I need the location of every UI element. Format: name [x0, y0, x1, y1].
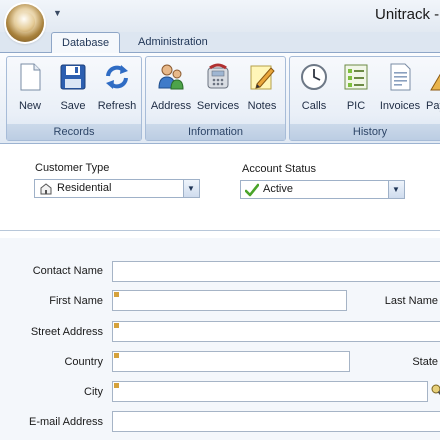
- required-marker-icon: [114, 292, 119, 297]
- country-field[interactable]: [112, 351, 350, 372]
- payments-button-label: Pay: [426, 100, 440, 112]
- city-lookup-icon[interactable]: [430, 383, 440, 399]
- invoice-document-icon: [390, 63, 411, 91]
- ribbon-group-history: Calls PIC Invoices Pa History: [289, 56, 440, 141]
- history-group-label: History: [290, 124, 440, 140]
- quick-access-dropdown-icon[interactable]: ▼: [53, 8, 62, 18]
- customer-type-value: Residential: [57, 182, 112, 194]
- tab-administration[interactable]: Administration: [128, 32, 218, 52]
- city-label: City: [84, 386, 103, 398]
- save-floppy-icon: [60, 64, 86, 90]
- services-button[interactable]: Services: [196, 59, 240, 119]
- orb-logo-icon: [15, 12, 35, 32]
- contact-name-field[interactable]: [112, 261, 440, 282]
- ribbon-tab-strip: Database Administration: [0, 32, 440, 54]
- information-group-label: Information: [146, 124, 285, 140]
- refresh-icon: [106, 65, 128, 89]
- ribbon-group-records: New Save Refresh Records: [6, 56, 142, 141]
- records-group-label: Records: [7, 124, 141, 140]
- window-title: Unitrack -: [375, 6, 440, 23]
- required-marker-icon: [114, 323, 119, 328]
- save-button[interactable]: Save: [53, 59, 93, 119]
- chevron-down-icon: ▼: [392, 185, 400, 194]
- address-button-label: Address: [150, 100, 192, 112]
- chevron-down-icon: ▼: [187, 184, 195, 193]
- last-name-label: Last Name: [384, 295, 438, 307]
- customer-type-dropdown-arrow[interactable]: ▼: [183, 180, 199, 197]
- customer-type-dropdown[interactable]: Residential ▼: [34, 179, 200, 198]
- country-label: Country: [64, 356, 103, 368]
- payments-button[interactable]: Pay: [424, 59, 440, 119]
- email-address-label: E-mail Address: [29, 416, 103, 428]
- invoices-button-label: Invoices: [379, 100, 421, 112]
- new-button[interactable]: New: [9, 59, 51, 119]
- first-name-field[interactable]: [112, 290, 347, 311]
- tab-database[interactable]: Database: [51, 32, 121, 54]
- required-marker-icon: [114, 383, 119, 388]
- clock-icon: [301, 64, 327, 90]
- active-check-icon: [245, 183, 259, 197]
- street-address-field[interactable]: [112, 321, 440, 342]
- calls-button[interactable]: Calls: [293, 59, 335, 119]
- email-address-field[interactable]: [112, 411, 440, 432]
- account-status-dropdown[interactable]: Active ▼: [240, 180, 405, 199]
- save-button-label: Save: [60, 100, 86, 112]
- services-phone-icon: [207, 63, 229, 89]
- services-button-label: Services: [196, 100, 240, 112]
- ribbon-group-information: Address Services Notes Information: [145, 56, 286, 141]
- first-name-label: First Name: [49, 295, 103, 307]
- ribbon-panel: New Save Refresh Records Address Service…: [0, 53, 440, 144]
- notes-button-label: Notes: [247, 100, 277, 112]
- customer-type-label: Customer Type: [35, 162, 110, 174]
- notes-button[interactable]: Notes: [242, 59, 282, 119]
- pic-list-icon: [344, 64, 368, 90]
- account-status-label: Account Status: [242, 163, 316, 175]
- pic-button[interactable]: PIC: [337, 59, 375, 119]
- section-divider: [0, 230, 440, 231]
- account-status-value: Active: [263, 183, 293, 195]
- state-label: State: [412, 356, 438, 368]
- address-button[interactable]: Address: [149, 59, 193, 119]
- street-address-label: Street Address: [30, 326, 103, 338]
- application-orb-button[interactable]: [6, 4, 44, 42]
- title-bar: ▼ Unitrack -: [0, 0, 440, 42]
- payments-icon: [430, 73, 440, 91]
- residential-icon: [40, 183, 52, 195]
- invoices-button[interactable]: Invoices: [377, 59, 423, 119]
- account-status-dropdown-arrow[interactable]: ▼: [388, 181, 404, 198]
- new-document-icon: [20, 63, 41, 91]
- city-field[interactable]: [112, 381, 428, 402]
- refresh-button[interactable]: Refresh: [95, 59, 139, 119]
- refresh-button-label: Refresh: [97, 100, 137, 112]
- pic-button-label: PIC: [346, 100, 366, 112]
- new-button-label: New: [18, 100, 41, 112]
- required-marker-icon: [114, 353, 119, 358]
- calls-button-label: Calls: [301, 100, 327, 112]
- contact-name-label: Contact Name: [32, 265, 103, 277]
- address-people-icon: [158, 64, 184, 90]
- notes-pencil-icon: [250, 65, 275, 90]
